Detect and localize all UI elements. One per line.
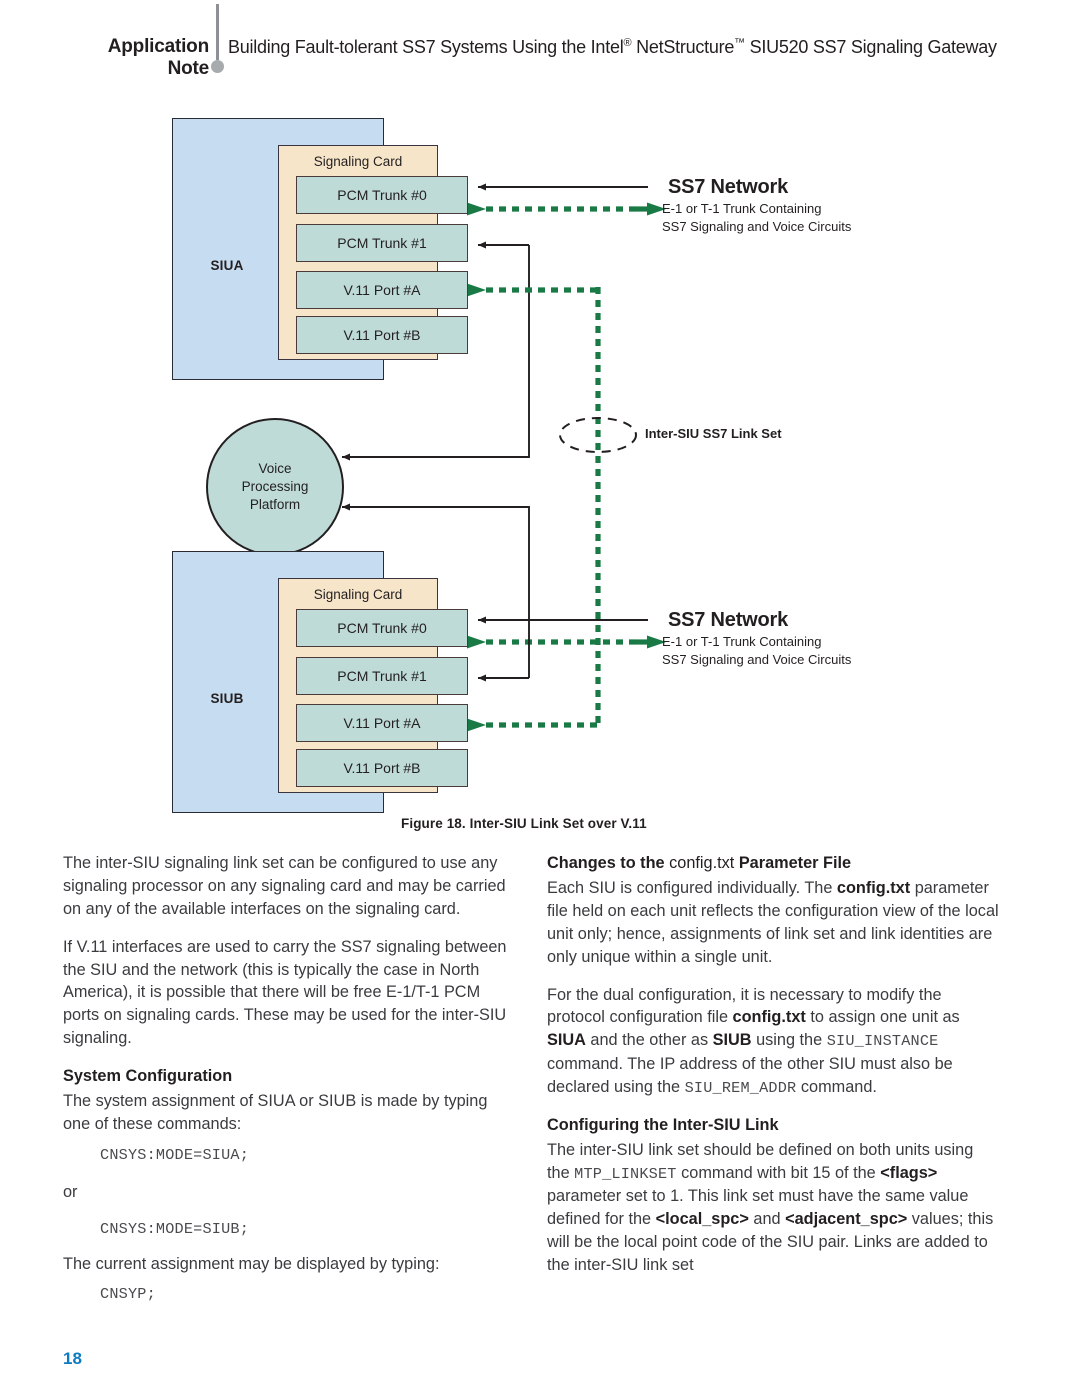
port-siub-v11-b: V.11 Port #B bbox=[296, 749, 468, 787]
header-divider-rule bbox=[216, 4, 219, 60]
ss7-network-sub-top-line1: E-1 or T-1 Trunk Containing bbox=[662, 201, 822, 216]
header-divider-dot bbox=[211, 60, 224, 73]
right-p1-part1: Each SIU is configured individually. The bbox=[547, 879, 837, 897]
left-paragraph-2: If V.11 interfaces are used to carry the… bbox=[63, 937, 507, 1048]
page-number: 18 bbox=[63, 1349, 82, 1368]
diagram-connectors bbox=[342, 183, 666, 732]
ss7-network-title-top: SS7 Network bbox=[668, 176, 789, 198]
right-p2-part3: and the other as bbox=[585, 1031, 713, 1050]
port-siua-pcm-trunk-1: PCM Trunk #1 bbox=[296, 224, 468, 262]
port-siub-v11-a: V.11 Port #A bbox=[296, 704, 468, 742]
port-siua-pcm-trunk-0: PCM Trunk #0 bbox=[296, 176, 468, 214]
ss7-network-sub-bottom-line2: SS7 Signaling and Voice Circuits bbox=[662, 652, 852, 668]
left-paragraph-3: The system assignment of SIUA or SIUB is… bbox=[63, 1092, 488, 1134]
ss7-network-sub-bottom: E-1 or T-1 Trunk Containing SS7 Signalin… bbox=[662, 633, 851, 670]
header-title-part1: Building Fault-tolerant SS7 Systems Usin… bbox=[228, 37, 624, 57]
right-p2-part4: using the bbox=[751, 1031, 827, 1050]
command-cnsyp: CNSYP; bbox=[100, 1285, 156, 1304]
right-paragraph-2: For the dual configuration, it is necess… bbox=[547, 984, 999, 1099]
port-siub-pcm-trunk-0: PCM Trunk #0 bbox=[296, 609, 468, 647]
right-p3-flags-param: <flags> bbox=[880, 1163, 938, 1182]
right-p2-siub: SIUB bbox=[712, 1031, 752, 1050]
port-siua-v11-a: V.11 Port #A bbox=[296, 271, 468, 309]
right-p3-mtp-linkset: MTP_LINKSET bbox=[574, 1164, 677, 1183]
right-p2-siua: SIUA bbox=[547, 1031, 586, 1050]
right-paragraph-3: The inter-SIU link set should be defined… bbox=[547, 1139, 999, 1277]
inter-siu-link-set-label: Inter-SIU SS7 Link Set bbox=[645, 426, 782, 441]
ss7-network-sub-bottom-line1: E-1 or T-1 Trunk Containing bbox=[662, 634, 822, 649]
port-siub-pcm-trunk-1: PCM Trunk #1 bbox=[296, 657, 468, 695]
voice-processing-platform: Voice Processing Platform bbox=[206, 418, 344, 556]
siu-unit-siua-label: SIUA bbox=[210, 258, 244, 273]
signaling-card-siua-title: Signaling Card bbox=[313, 154, 403, 169]
figure-inter-siu-link-set: SIUA Signaling Card PCM Trunk #0 PCM Tru… bbox=[0, 100, 1080, 845]
header-title-part2: NetStructure bbox=[631, 37, 735, 57]
voice-processing-platform-label: Voice Processing Platform bbox=[241, 461, 309, 512]
right-p3-part2: command with bit 15 of the bbox=[676, 1163, 881, 1182]
right-p2-config-txt: config.txt bbox=[732, 1008, 806, 1027]
body-column-left: The inter-SIU signaling link set can be … bbox=[63, 852, 515, 1321]
ss7-network-sub-top-line2: SS7 Signaling and Voice Circuits bbox=[662, 219, 852, 235]
right-p2-siu-rem-addr: SIU_REM_ADDR bbox=[684, 1078, 797, 1097]
heading-config-part1: Changes to the bbox=[547, 854, 670, 872]
siu-unit-siub-label: SIUB bbox=[210, 691, 244, 706]
header-document-type: Application Note bbox=[107, 36, 209, 79]
heading-system-configuration: System Configuration bbox=[63, 1067, 233, 1086]
heading-config-part2: Parameter File bbox=[734, 854, 852, 872]
ss7-network-sub-top: E-1 or T-1 Trunk Containing SS7 Signalin… bbox=[662, 200, 851, 237]
heading-configuring-inter-siu-link: Configuring the Inter-SIU Link bbox=[547, 1115, 779, 1134]
heading-config-filename: config.txt bbox=[669, 854, 735, 872]
header-document-title: Building Fault-tolerant SS7 Systems Usin… bbox=[228, 37, 997, 58]
command-or-separator: or bbox=[63, 1183, 78, 1202]
figure-caption: Figure 18. Inter-SIU Link Set over V.11 bbox=[401, 816, 647, 831]
left-paragraph-1: The inter-SIU signaling link set can be … bbox=[63, 854, 506, 918]
body-column-right: Changes to the config.txt Parameter File… bbox=[547, 852, 999, 1292]
signaling-card-siub-title: Signaling Card bbox=[313, 587, 403, 602]
trademark-mark-icon: ™ bbox=[734, 37, 745, 49]
ss7-network-title-bottom: SS7 Network bbox=[668, 609, 789, 631]
command-cnsys-mode-siub: CNSYS:MODE=SIUB; bbox=[100, 1220, 250, 1239]
right-p2-siu-instance: SIU_INSTANCE bbox=[826, 1032, 939, 1051]
heading-changes-to-config-txt: Changes to the config.txt Parameter File bbox=[547, 852, 999, 874]
port-siua-v11-b: V.11 Port #B bbox=[296, 316, 468, 354]
right-p2-part2: to assign one unit as bbox=[805, 1008, 960, 1027]
header-title-part3: SIU520 SS7 Signaling Gateway bbox=[744, 37, 997, 57]
right-p3-local-spc-param: <local_spc> bbox=[655, 1210, 749, 1229]
right-p2-part6: command. bbox=[796, 1077, 877, 1096]
page-header: Application Note Building Fault-tolerant… bbox=[0, 0, 1080, 95]
command-cnsys-mode-siua: CNSYS:MODE=SIUA; bbox=[100, 1145, 250, 1164]
right-p3-part4: and bbox=[748, 1210, 786, 1229]
right-paragraph-1: Each SIU is configured individually. The… bbox=[547, 877, 999, 969]
left-paragraph-4: The current assignment may be displayed … bbox=[63, 1254, 440, 1273]
right-p3-adjacent-spc-param: <adjacent_spc> bbox=[785, 1210, 908, 1229]
right-p1-config-txt: config.txt bbox=[836, 879, 911, 897]
